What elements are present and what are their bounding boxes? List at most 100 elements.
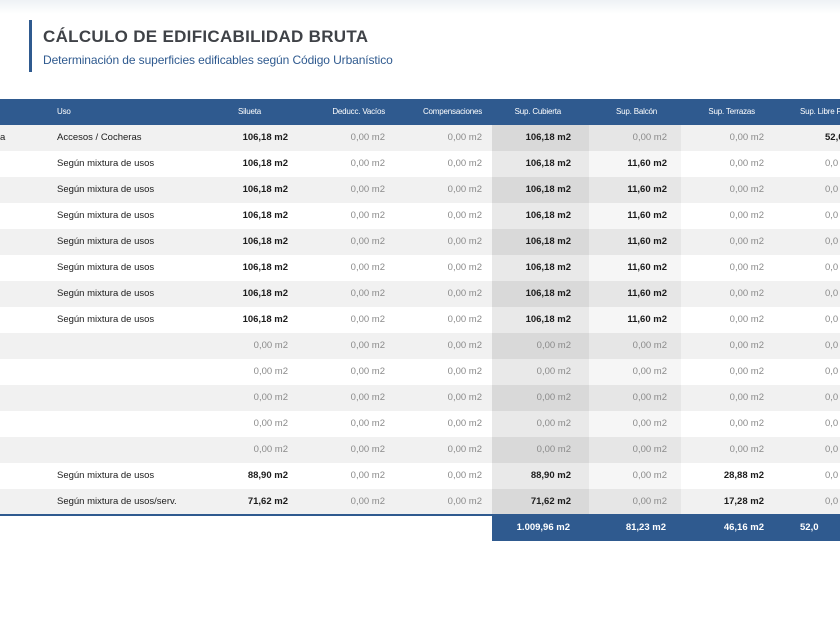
col-header-sup-cubierta: Sup. Cubierta [514, 107, 562, 116]
table-row: 0,00 m2 0,00 m2 0,00 m2 0,00 m2 0,00 m2 0,00 … [0, 333, 840, 359]
cell-sup-balcon: 0,00 m2 [632, 340, 667, 351]
table-row: Según mixtura de usos 106,18 m2 0,00 m2 0,0… [0, 281, 840, 307]
cell-lead [0, 203, 20, 229]
cell-sup-libre: 0,0 [825, 392, 839, 403]
cell-sup-cubierta: 106,18 m2 [525, 184, 571, 195]
cell-sup-terrazas: 0,00 m2 [729, 236, 764, 247]
cell-deducc-vacios: 0,00 m2 [350, 210, 385, 221]
col-header-compensaciones: Compensaciones [422, 107, 482, 116]
cell-sup-balcon: 11,60 m2 [627, 262, 667, 273]
page-subtitle: Determinación de superficies edificables… [43, 53, 393, 67]
cell-lead [0, 177, 20, 203]
table-row: Según mixtura de usos 106,18 m2 0,00 m2 0,0… [0, 307, 840, 333]
table-row: Según mixtura de usos 106,18 m2 0,00 m2 0,0… [0, 177, 840, 203]
cell-deducc-vacios: 0,00 m2 [350, 314, 385, 325]
cell-sup-terrazas: 0,00 m2 [729, 288, 764, 299]
cell-compensaciones: 0,00 m2 [447, 340, 482, 351]
cell-sup-terrazas: 28,88 m2 [723, 470, 764, 481]
cell-deducc-vacios: 0,00 m2 [350, 184, 385, 195]
cell-compensaciones: 0,00 m2 [447, 418, 482, 429]
col-header-sup-libre: Sup. Libre Fo [800, 107, 840, 116]
cell-silueta: 106,18 m2 [242, 288, 288, 299]
cell-sup-terrazas: 0,00 m2 [729, 366, 764, 377]
cell-silueta: 106,18 m2 [242, 210, 288, 221]
cell-sup-balcon: 11,60 m2 [627, 236, 667, 247]
cell-compensaciones: 0,00 m2 [447, 366, 482, 377]
cell-deducc-vacios: 0,00 m2 [350, 366, 385, 377]
cell-silueta: 106,18 m2 [242, 132, 288, 143]
cell-silueta: 0,00 m2 [253, 418, 288, 429]
cell-silueta: 0,00 m2 [253, 366, 288, 377]
col-header-silueta: Silueta [237, 107, 261, 116]
table-header: Uso Silueta Deducc. Vacíos Compensacione… [0, 99, 840, 125]
cell-compensaciones: 0,00 m2 [447, 184, 482, 195]
cell-silueta: 88,90 m2 [247, 470, 288, 481]
cell-sup-libre: 0,0 [825, 470, 839, 481]
cell-sup-balcon: 11,60 m2 [627, 184, 667, 195]
cell-deducc-vacios: 0,00 m2 [350, 470, 385, 481]
cell-silueta: 106,18 m2 [242, 158, 288, 169]
edificabilidad-table: Uso Silueta Deducc. Vacíos Compensacione… [0, 99, 840, 544]
cell-sup-cubierta: 106,18 m2 [525, 236, 571, 247]
col-header-uso: Uso [57, 107, 71, 116]
cell-sup-balcon: 0,00 m2 [632, 470, 667, 481]
table-row: Según mixtura de usos 106,18 m2 0,00 m2 0,0… [0, 151, 840, 177]
cell-deducc-vacios: 0,00 m2 [350, 340, 385, 351]
cell-sup-balcon: 0,00 m2 [632, 418, 667, 429]
cell-sup-libre: 0,0 [825, 444, 839, 455]
cell-lead [0, 333, 20, 359]
cell-sup-balcon: 0,00 m2 [632, 392, 667, 403]
cell-deducc-vacios: 0,00 m2 [350, 418, 385, 429]
cell-silueta: 106,18 m2 [242, 184, 288, 195]
cell-sup-balcon: 0,00 m2 [632, 444, 667, 455]
cell-sup-terrazas: 17,28 m2 [723, 496, 764, 507]
cell-sup-cubierta: 106,18 m2 [525, 210, 571, 221]
cell-deducc-vacios: 0,00 m2 [350, 132, 385, 143]
cell-sup-balcon: 11,60 m2 [627, 210, 667, 221]
table-row: Según mixtura de usos 88,90 m2 0,00 m2 0,00… [0, 463, 840, 489]
cell-sup-cubierta: 106,18 m2 [525, 262, 571, 273]
cell-sup-libre: 0,0 [825, 210, 839, 221]
cell-sup-cubierta: 88,90 m2 [530, 470, 571, 481]
cell-sup-terrazas: 0,00 m2 [729, 184, 764, 195]
cell-sup-cubierta: 0,00 m2 [536, 340, 571, 351]
cell-sup-libre: 0,0 [825, 366, 839, 377]
cell-compensaciones: 0,00 m2 [447, 288, 482, 299]
cell-compensaciones: 0,00 m2 [447, 444, 482, 455]
table-row: Según mixtura de usos/serv. 71,62 m2 0,00 … [0, 489, 840, 515]
cell-lead [0, 255, 20, 281]
cell-sup-cubierta: 106,18 m2 [525, 288, 571, 299]
top-gradient [0, 0, 840, 14]
cell-sup-libre: 0,0 [825, 496, 839, 507]
cell-sup-libre: 0,0 [825, 262, 839, 273]
col-header-sup-balcon: Sup. Balcón [616, 107, 657, 116]
cell-sup-balcon: 0,00 m2 [632, 366, 667, 377]
cell-deducc-vacios: 0,00 m2 [350, 496, 385, 507]
cell-sup-terrazas: 0,00 m2 [729, 314, 764, 325]
cell-sup-libre: 0,0 [825, 184, 839, 195]
cell-lead [0, 151, 20, 177]
cell-silueta: 0,00 m2 [253, 392, 288, 403]
cell-sup-terrazas: 0,00 m2 [729, 132, 764, 143]
cell-deducc-vacios: 0,00 m2 [350, 158, 385, 169]
cell-sup-cubierta: 106,18 m2 [525, 314, 571, 325]
cell-lead [0, 229, 20, 255]
cell-compensaciones: 0,00 m2 [447, 262, 482, 273]
cell-sup-libre: 0,0 [825, 418, 839, 429]
page-title: CÁLCULO DE EDIFICABILIDAD BRUTA [43, 27, 369, 46]
table-row: 0,00 m2 0,00 m2 0,00 m2 0,00 m2 0,00 m2 0,00 … [0, 411, 840, 437]
total-sup-cubierta: 1.009,96 m2 [516, 522, 570, 533]
cell-deducc-vacios: 0,00 m2 [350, 444, 385, 455]
cell-sup-cubierta: 0,00 m2 [536, 418, 571, 429]
cell-lead [0, 307, 20, 333]
title-accent-bar [29, 20, 32, 72]
cell-sup-cubierta: 106,18 m2 [525, 132, 571, 143]
cell-sup-balcon: 0,00 m2 [632, 132, 667, 143]
cell-sup-cubierta: 0,00 m2 [536, 444, 571, 455]
cell-deducc-vacios: 0,00 m2 [350, 236, 385, 247]
cell-sup-balcon: 11,60 m2 [627, 158, 667, 169]
cell-sup-libre: 0,0 [825, 158, 839, 169]
cell-lead [0, 359, 20, 385]
col-header-sup-terrazas: Sup. Terrazas [708, 107, 755, 116]
cell-silueta: 0,00 m2 [253, 340, 288, 351]
